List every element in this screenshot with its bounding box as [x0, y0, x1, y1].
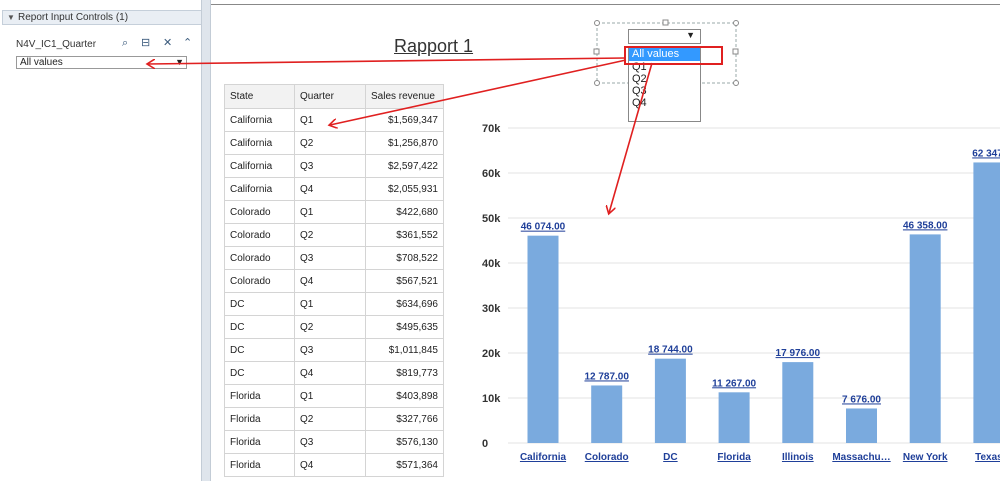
annotation-arrow-table [330, 59, 627, 125]
annotation-layer [0, 46, 723, 481]
highlight-box [624, 46, 723, 65]
annotation-arrow-panel [148, 57, 626, 64]
annotation-arrow-chart [609, 62, 653, 213]
